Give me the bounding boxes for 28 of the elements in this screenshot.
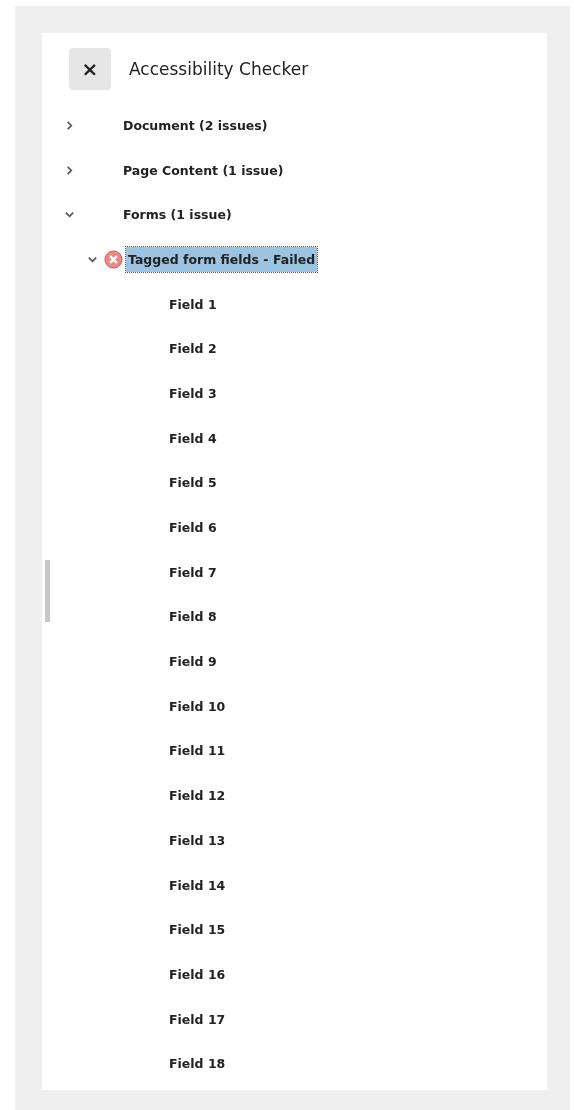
field-item[interactable]: Field 17 bbox=[169, 1011, 226, 1027]
category-label[interactable]: Page Content (1 issue) bbox=[123, 162, 284, 178]
panel-title: Accessibility Checker bbox=[129, 59, 309, 79]
field-item[interactable]: Field 3 bbox=[169, 385, 217, 401]
field-item[interactable]: Field 5 bbox=[169, 475, 217, 491]
field-item[interactable]: Field 7 bbox=[169, 564, 217, 580]
field-item[interactable]: Field 9 bbox=[169, 654, 217, 670]
chevron-right-icon[interactable] bbox=[64, 164, 75, 176]
close-button[interactable]: × bbox=[69, 48, 111, 90]
field-item[interactable]: Field 10 bbox=[169, 698, 226, 714]
chevron-down-icon[interactable] bbox=[64, 209, 75, 221]
field-item[interactable]: Field 1 bbox=[169, 296, 217, 312]
field-item[interactable]: Field 11 bbox=[169, 743, 226, 759]
field-item[interactable]: Field 4 bbox=[169, 430, 217, 446]
field-item[interactable]: Field 2 bbox=[169, 341, 217, 357]
field-item[interactable]: Field 18 bbox=[169, 1056, 226, 1072]
category-label[interactable]: Forms (1 issue) bbox=[123, 207, 232, 223]
chevron-right-icon[interactable] bbox=[64, 119, 75, 131]
category-label[interactable]: Document (2 issues) bbox=[123, 117, 268, 133]
field-item[interactable]: Field 13 bbox=[169, 832, 226, 848]
field-item[interactable]: Field 14 bbox=[169, 877, 226, 893]
field-item[interactable]: Field 6 bbox=[169, 520, 217, 536]
field-item[interactable]: Field 15 bbox=[169, 922, 226, 938]
rule-label[interactable]: Tagged form fields - Failed bbox=[126, 246, 318, 272]
scrollbar-thumb[interactable] bbox=[45, 560, 50, 622]
field-item[interactable]: Field 8 bbox=[169, 609, 217, 625]
field-item[interactable]: Field 16 bbox=[169, 966, 226, 982]
field-item[interactable]: Field 12 bbox=[169, 788, 226, 804]
